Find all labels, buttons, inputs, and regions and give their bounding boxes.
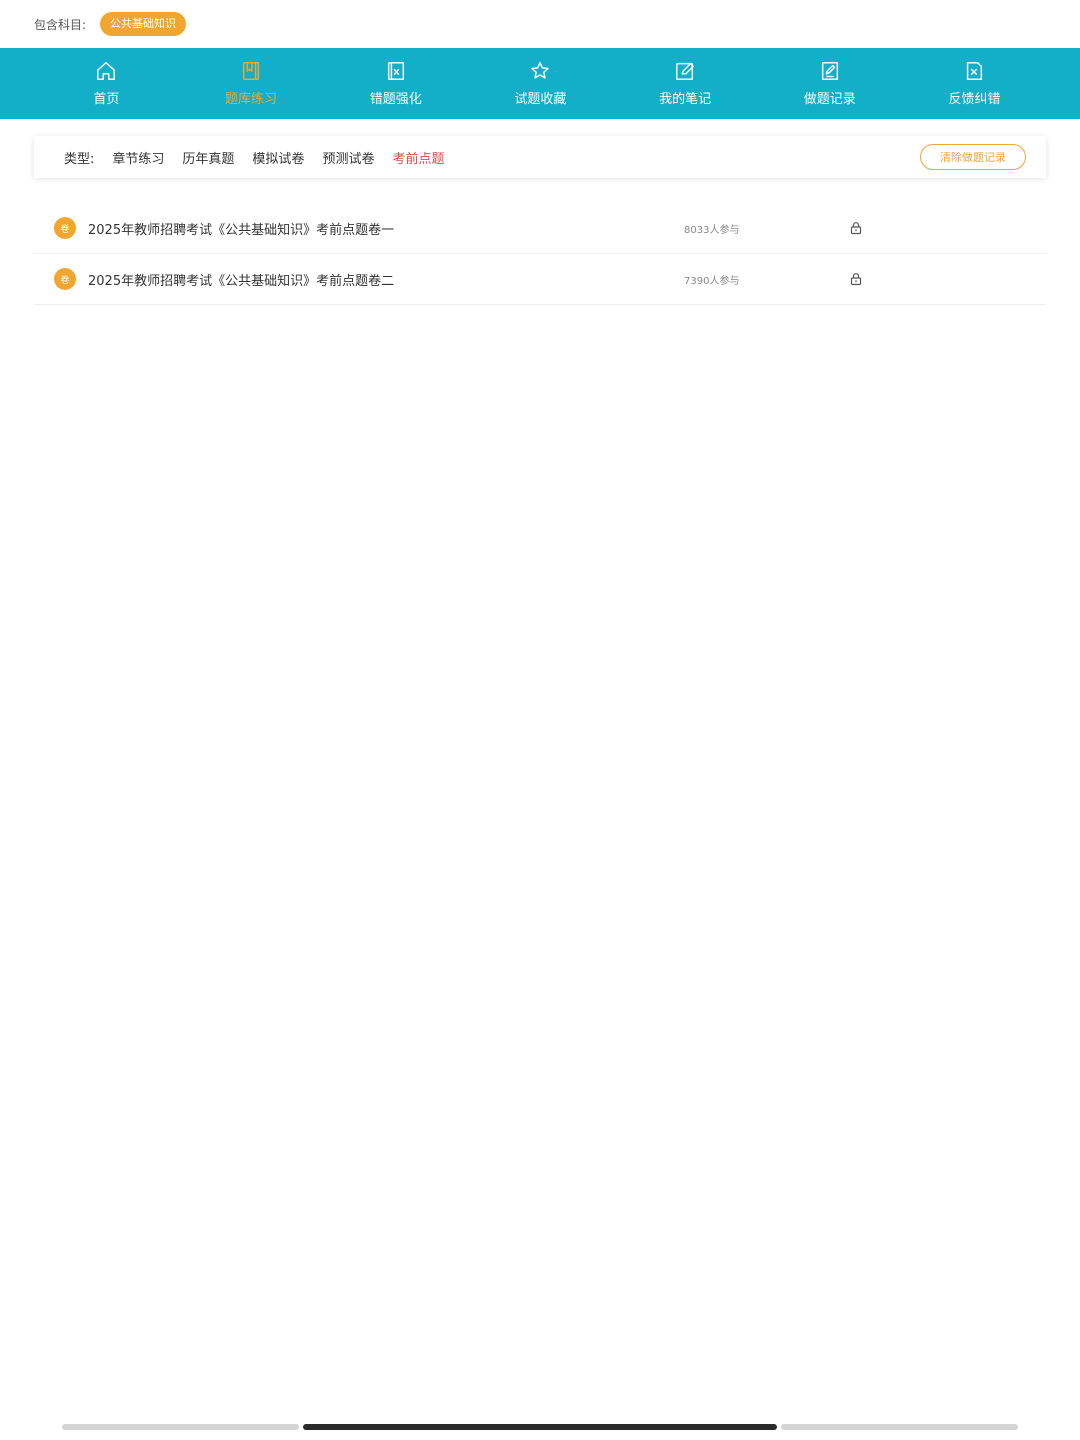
subject-label: 包含科目:: [34, 17, 87, 32]
paper-title[interactable]: 2025年教师招聘考试《公共基础知识》考前点题卷一: [88, 219, 394, 238]
lock-icon[interactable]: [849, 221, 863, 235]
nav-item-label: 错题强化: [369, 92, 422, 107]
nav-item-label: 做题记录: [803, 92, 856, 107]
scrollbar-track-right: [781, 1424, 1018, 1430]
book-icon: [242, 62, 260, 80]
nav-item-records[interactable]: 做题记录: [757, 48, 902, 119]
nav-item-notes[interactable]: 我的笔记: [613, 48, 758, 119]
home-icon: [97, 62, 116, 80]
list-item[interactable]: 卷 2025年教师招聘考试《公共基础知识》考前点题卷二 7390人参与: [34, 254, 1046, 305]
filter-label: 类型:: [64, 151, 95, 167]
filter-tab-chapter[interactable]: 章节练习: [112, 148, 164, 167]
nav-item-favorites[interactable]: 试题收藏: [468, 48, 613, 119]
lock-icon[interactable]: [849, 272, 863, 286]
error-book-icon: [387, 62, 404, 80]
filter-tab-mock[interactable]: 模拟试卷: [252, 148, 304, 167]
nav-item-label: 题库练习: [225, 92, 278, 107]
nav-item-home[interactable]: 首页: [34, 48, 179, 119]
scrollbar-thumb[interactable]: [303, 1424, 777, 1430]
paper-participants: 7390人参与: [684, 275, 740, 287]
feedback-icon: [967, 62, 983, 80]
nav-item-feedback[interactable]: 反馈纠错: [902, 48, 1047, 119]
nav-item-label: 首页: [93, 92, 120, 107]
paper-badge: 卷: [54, 268, 76, 290]
paper-title[interactable]: 2025年教师招聘考试《公共基础知识》考前点题卷二: [88, 270, 394, 289]
nav-item-wrong-questions[interactable]: 错题强化: [323, 48, 468, 119]
clear-records-button[interactable]: 清除做题记录: [920, 144, 1026, 170]
subject-bar: 包含科目: 公共基础知识: [0, 0, 1080, 48]
filter-tab-pre-exam[interactable]: 考前点题: [392, 148, 444, 167]
paper-participants: 8033人参与: [684, 224, 740, 236]
paper-list: 卷 2025年教师招聘考试《公共基础知识》考前点题卷一 8033人参与 卷 20…: [34, 203, 1046, 305]
nav-item-label: 试题收藏: [514, 92, 567, 107]
paper-badge: 卷: [54, 217, 76, 239]
scrollbar-track-left: [62, 1424, 299, 1430]
edit-icon: [676, 62, 695, 80]
nav-item-label: 反馈纠错: [948, 92, 1001, 107]
filter-tab-past-exams[interactable]: 历年真题: [182, 148, 234, 167]
main-nav: 首页 题库练习 错题强化 试题收藏 我的笔记 做题记录 反馈纠错: [0, 48, 1080, 119]
subject-chip[interactable]: 公共基础知识: [100, 12, 187, 36]
star-icon: [531, 62, 550, 79]
filter-bar: 类型: 章节练习 历年真题 模拟试卷 预测试卷 考前点题 清除做题记录: [34, 136, 1046, 178]
nav-item-label: 我的笔记: [659, 92, 712, 107]
filter-tab-predict[interactable]: 预测试卷: [322, 148, 374, 167]
record-icon: [821, 62, 838, 80]
nav-item-question-bank[interactable]: 题库练习: [179, 48, 324, 119]
list-item[interactable]: 卷 2025年教师招聘考试《公共基础知识》考前点题卷一 8033人参与: [34, 203, 1046, 254]
horizontal-scrollbar[interactable]: [62, 1424, 1018, 1430]
